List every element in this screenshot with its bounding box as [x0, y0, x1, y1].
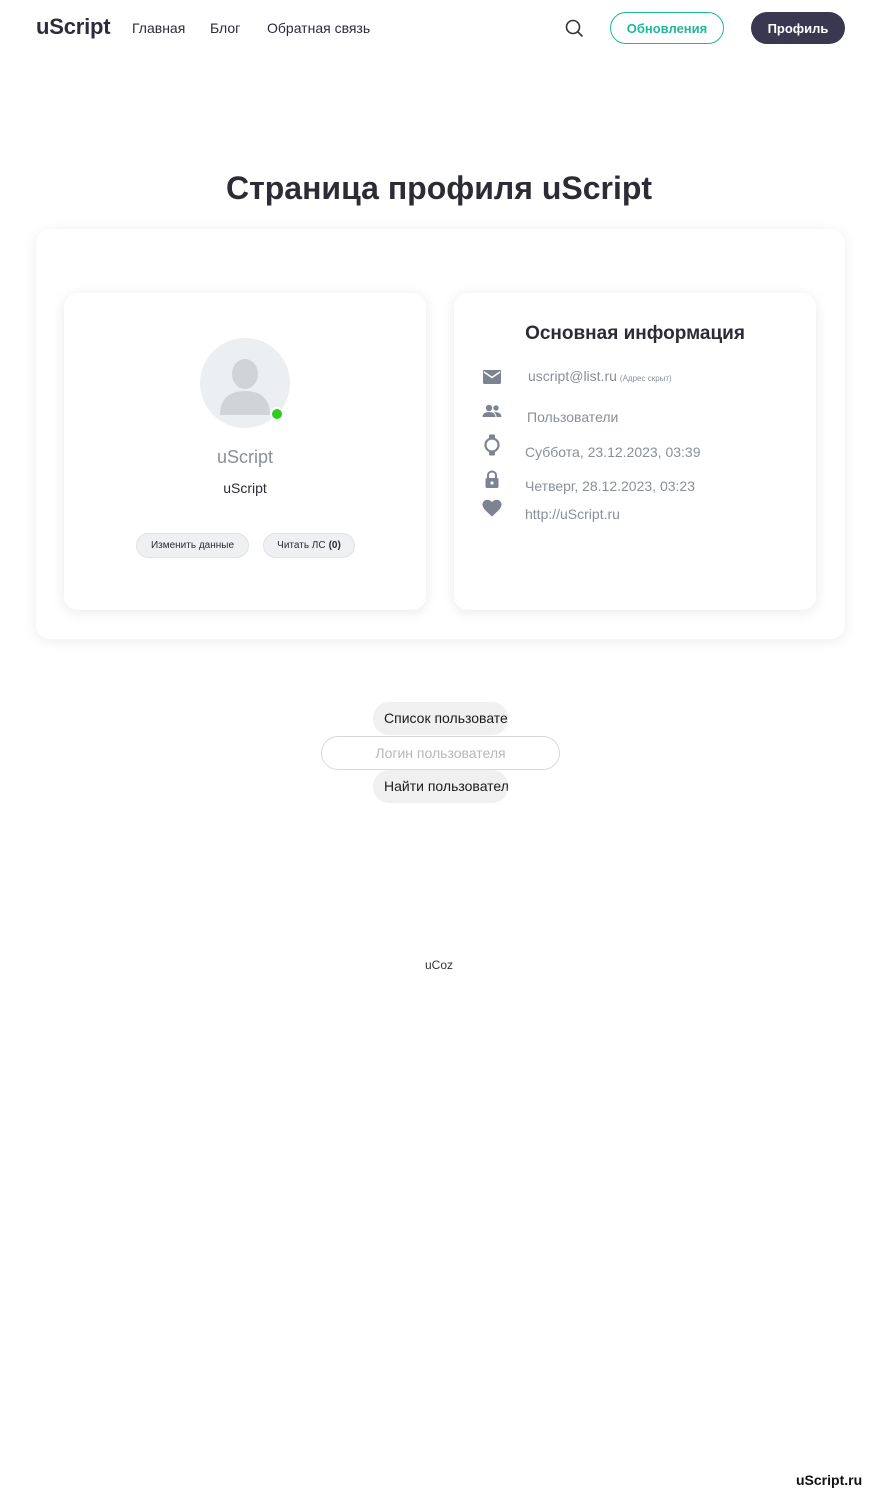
lock-icon: [480, 468, 504, 492]
messages-count: (0): [328, 540, 341, 551]
info-registered: Суббота, 23.12.2023, 03:39: [525, 444, 701, 460]
read-messages-label: Читать ЛС: [277, 540, 326, 551]
info-title: Основная информация: [525, 323, 745, 344]
info-website[interactable]: http://uScript.ru: [525, 506, 620, 522]
site-watermark: uScript.ru: [796, 1472, 863, 1488]
site-logo[interactable]: uScript: [36, 14, 111, 40]
mail-icon: [480, 365, 504, 389]
email-hidden-note: (Адрес скрыт): [619, 374, 672, 383]
user-login-input[interactable]: [321, 736, 560, 770]
nav-link-blog[interactable]: Блог: [210, 20, 240, 36]
find-user-button[interactable]: Найти пользователя: [373, 770, 508, 803]
info-group: Пользователи: [527, 409, 619, 425]
edit-profile-button[interactable]: Изменить данные: [136, 533, 249, 558]
profile-container: uScript uScript Изменить данные Читать Л…: [36, 229, 845, 639]
info-card: Основная информация uscript@list.ru (Адре…: [454, 293, 816, 610]
heart-icon: [480, 496, 504, 520]
footer-ucoz-link[interactable]: uCoz: [0, 958, 878, 972]
group-icon: [480, 399, 504, 423]
profile-group: uScript: [223, 480, 267, 496]
read-messages-button[interactable]: Читать ЛС (0): [263, 533, 355, 558]
online-status-dot: [270, 407, 284, 421]
nav-link-feedback[interactable]: Обратная связь: [267, 20, 370, 36]
nav-link-home[interactable]: Главная: [132, 20, 185, 36]
header: uScript Главная Блог Обратная связь Обно…: [0, 0, 878, 56]
page-title: Страница профиля uScript: [225, 170, 653, 206]
watch-icon: [480, 433, 504, 457]
email-value: uscript@list.ru: [528, 368, 617, 384]
info-email: uscript@list.ru (Адрес скрыт): [528, 368, 672, 384]
updates-button[interactable]: Обновления: [610, 12, 724, 44]
profile-username: uScript: [216, 447, 274, 467]
info-last-login: Четверг, 28.12.2023, 03:23: [525, 478, 695, 494]
search-icon[interactable]: [562, 16, 586, 40]
profile-card: uScript uScript Изменить данные Читать Л…: [64, 293, 426, 610]
profile-button[interactable]: Профиль: [751, 12, 845, 44]
user-list-button[interactable]: Список пользователей: [373, 702, 508, 735]
